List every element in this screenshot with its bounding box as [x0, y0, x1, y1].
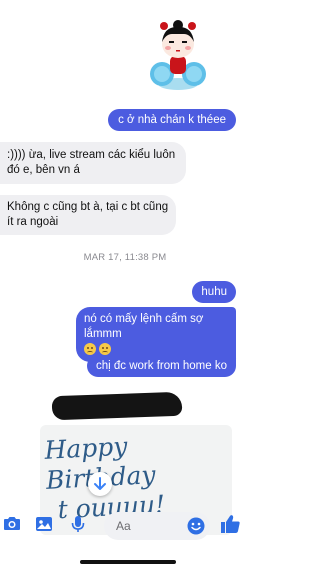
message-bubble-outgoing[interactable]: chị đc work from home ko — [86, 355, 236, 377]
arrow-down-icon — [94, 477, 106, 490]
message-text: chị đc work from home ko — [95, 360, 227, 372]
message-text: :)))) ừa, live stream các kiểu luôn đó e… — [7, 149, 176, 176]
camera-icon[interactable] — [2, 514, 22, 534]
thumbs-up-icon[interactable] — [218, 512, 242, 536]
sad-face-emoji-icon — [84, 342, 96, 355]
message-input-placeholder: Aa — [116, 519, 131, 533]
scroll-to-bottom-button[interactable] — [88, 472, 112, 496]
message-bubble-outgoing[interactable]: huhu — [192, 281, 236, 303]
mic-icon[interactable] — [68, 514, 88, 534]
message-input[interactable]: Aa — [104, 512, 210, 540]
home-indicator — [80, 560, 176, 564]
sad-face-emoji-icon — [99, 342, 111, 355]
message-bubble-incoming[interactable]: Không c cũng bt à, tại c bt cũng ít ra n… — [0, 195, 176, 235]
message-text: c ở nhà chán k théee — [118, 114, 226, 126]
emoji-icon[interactable] — [186, 516, 206, 536]
message-text: nó có mấy lệnh cấm sợ lắmmm — [84, 313, 204, 340]
message-bubble-outgoing[interactable]: c ở nhà chán k théee — [108, 109, 236, 131]
redaction-scribble — [51, 391, 183, 421]
message-text: Không c cũng bt à, tại c bt cũng ít ra n… — [7, 201, 169, 228]
message-text: huhu — [201, 286, 227, 298]
gallery-icon[interactable] — [34, 514, 54, 534]
message-bubble-incoming[interactable]: :)))) ừa, live stream các kiểu luôn đó e… — [0, 142, 186, 184]
sticker — [144, 14, 212, 94]
message-timestamp: MAR 17, 11:38 PM — [83, 252, 167, 263]
message-composer: Aa — [0, 504, 250, 544]
card-line-1: Happy Birthday — [43, 431, 156, 495]
message-bubble-outgoing[interactable]: nó có mấy lệnh cấm sợ lắmmm — [76, 307, 236, 362]
